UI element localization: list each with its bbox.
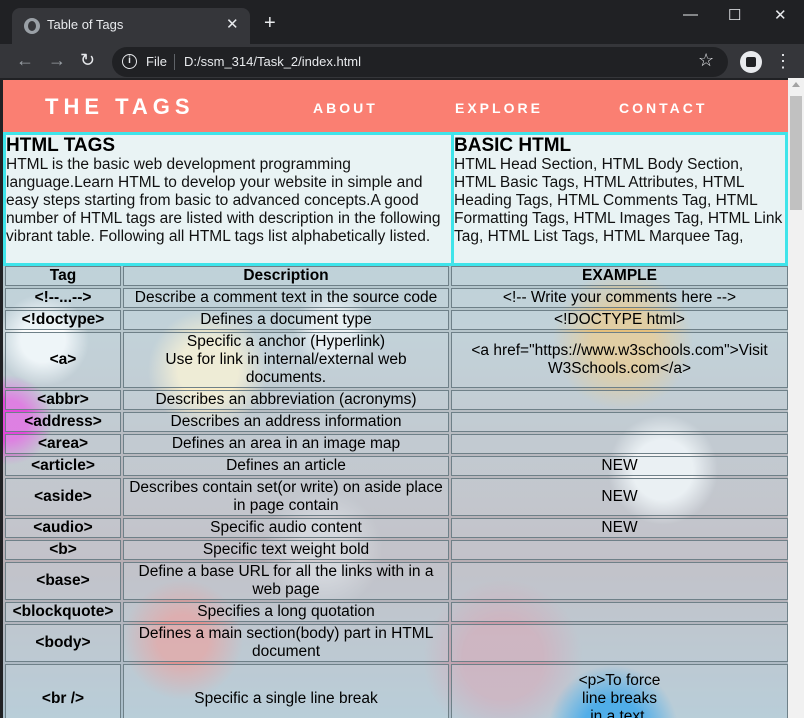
example-cell — [451, 540, 788, 560]
minimize-icon[interactable]: — — [683, 6, 698, 23]
table-body: <!--...--> Describe a comment text in the… — [5, 288, 788, 718]
nav-link-explore[interactable]: EXPLORE — [455, 100, 543, 116]
column-header-tag: Tag — [5, 266, 121, 286]
description-cell: Define a base URL for all the links with… — [123, 562, 449, 600]
description-cell: Describes an address information — [123, 412, 449, 432]
nav-link-contact[interactable]: CONTACT — [619, 100, 707, 116]
site-navbar: THE TAGS ABOUT EXPLORE CONTACT — [3, 80, 788, 132]
table-row: <base> Define a base URL for all the link… — [5, 562, 788, 600]
description-cell: Specific a single line break — [123, 664, 449, 718]
reload-icon[interactable]: ↻ — [80, 51, 95, 69]
new-tab-button[interactable]: + — [264, 13, 276, 33]
description-cell: Specific audio content — [123, 518, 449, 538]
html-tags-heading: HTML TAGS — [6, 135, 116, 156]
example-cell — [451, 562, 788, 600]
maximize-icon[interactable]: ☐ — [728, 6, 741, 24]
description-cell: Describe a comment text in the source co… — [123, 288, 449, 308]
url-text[interactable]: D:/ssm_314/Task_2/index.html — [184, 54, 361, 69]
basic-html-text: HTML Head Section, HTML Body Section, HT… — [454, 156, 783, 245]
tag-cell: <body> — [5, 624, 121, 662]
close-window-icon[interactable]: ✕ — [774, 6, 787, 24]
tab-title: Table of Tags — [47, 17, 124, 32]
table-row: <b> Specific text weight bold — [5, 540, 788, 560]
tag-cell: <audio> — [5, 518, 121, 538]
table-header-row: Tag Description EXAMPLE — [5, 266, 788, 286]
tag-cell: <base> — [5, 562, 121, 600]
file-label: File — [146, 54, 167, 69]
tab-close-icon[interactable]: ✕ — [226, 15, 239, 33]
omnibox-divider — [174, 54, 175, 70]
example-cell: <!-- Write your comments here --> — [451, 288, 788, 308]
tag-cell: <br /> — [5, 664, 121, 718]
table-row: <area> Defines an area in an image map — [5, 434, 788, 454]
tag-cell: <area> — [5, 434, 121, 454]
address-bar[interactable]: i File D:/ssm_314/Task_2/index.html ☆ — [112, 47, 728, 77]
description-cell: Defines a document type — [123, 310, 449, 330]
example-cell — [451, 412, 788, 432]
table-row: <address> Describes an address informatio… — [5, 412, 788, 432]
description-cell: Specific text weight bold — [123, 540, 449, 560]
menu-icon[interactable]: ⋮ — [774, 51, 792, 72]
column-header-description: Description — [123, 266, 449, 286]
bookmark-star-icon[interactable]: ☆ — [698, 50, 714, 71]
column-header-example: EXAMPLE — [451, 266, 788, 286]
site-brand[interactable]: THE TAGS — [45, 94, 195, 120]
description-cell: Defines an area in an image map — [123, 434, 449, 454]
table-row: <article> Defines an article NEW — [5, 456, 788, 476]
scroll-thumb[interactable] — [790, 96, 802, 210]
info-icon[interactable]: i — [122, 54, 137, 69]
table-row: <aside> Describes contain set(or write) o… — [5, 478, 788, 516]
table-row: <abbr> Describes an abbreviation (acronym… — [5, 390, 788, 410]
tag-cell: <address> — [5, 412, 121, 432]
web-page: THE TAGS ABOUT EXPLORE CONTACT HTML TAGS… — [3, 80, 788, 718]
nav-link-about[interactable]: ABOUT — [313, 100, 378, 116]
html-tags-box: HTML TAGS HTML is the basic web developm… — [3, 132, 454, 266]
table-row: <a> Specific a anchor (Hyperlink) Use for… — [5, 332, 788, 388]
tag-cell: <aside> — [5, 478, 121, 516]
basic-html-box: BASIC HTML HTML Head Section, HTML Body … — [451, 132, 788, 266]
example-cell: <p>To force line breaks in a text, — [451, 664, 788, 718]
example-cell: NEW — [451, 518, 788, 538]
description-cell: Describes contain set(or write) on aside… — [123, 478, 449, 516]
example-cell — [451, 434, 788, 454]
example-cell: <!DOCTYPE html> — [451, 310, 788, 330]
table-row: <blockquote> Specifies a long quotation — [5, 602, 788, 622]
extension-icon[interactable] — [740, 51, 762, 73]
table-row: <!--...--> Describe a comment text in the… — [5, 288, 788, 308]
page-scrollbar[interactable] — [788, 78, 804, 718]
example-cell — [451, 390, 788, 410]
example-cell: NEW — [451, 478, 788, 516]
tag-cell: <b> — [5, 540, 121, 560]
scroll-up-arrow-icon[interactable] — [792, 82, 800, 87]
tag-cell: <!doctype> — [5, 310, 121, 330]
tags-table: Tag Description EXAMPLE <!--...--> Descri… — [3, 264, 788, 718]
globe-icon — [24, 18, 40, 34]
example-cell: NEW — [451, 456, 788, 476]
description-cell: Specifies a long quotation — [123, 602, 449, 622]
forward-icon[interactable]: → — [48, 51, 66, 69]
description-cell: Defines an article — [123, 456, 449, 476]
example-cell — [451, 624, 788, 662]
tab-strip: Table of Tags ✕ + — ☐ ✕ — [0, 0, 804, 44]
tag-cell: <blockquote> — [5, 602, 121, 622]
tag-cell: <abbr> — [5, 390, 121, 410]
description-cell: Defines a main section(body) part in HTM… — [123, 624, 449, 662]
description-cell: Describes an abbreviation (acronyms) — [123, 390, 449, 410]
example-cell — [451, 602, 788, 622]
description-cell: Specific a anchor (Hyperlink) Use for li… — [123, 332, 449, 388]
table-row: <br /> Specific a single line break <p>To … — [5, 664, 788, 718]
back-icon[interactable]: ← — [16, 51, 34, 69]
page-viewport: THE TAGS ABOUT EXPLORE CONTACT HTML TAGS… — [0, 78, 804, 718]
tag-cell: <article> — [5, 456, 121, 476]
tag-cell: <!--...--> — [5, 288, 121, 308]
browser-toolbar: ← → ↻ i File D:/ssm_314/Task_2/index.htm… — [0, 44, 804, 78]
browser-tab[interactable]: Table of Tags ✕ — [12, 8, 250, 44]
table-row: <!doctype> Defines a document type <!DOCTY… — [5, 310, 788, 330]
tag-cell: <a> — [5, 332, 121, 388]
table-row: <audio> Specific audio content NEW — [5, 518, 788, 538]
example-cell: <a href="https://www.w3schools.com">Visi… — [451, 332, 788, 388]
html-tags-text: HTML is the basic web development progra… — [6, 156, 441, 245]
table-row: <body> Defines a main section(body) part … — [5, 624, 788, 662]
basic-html-heading: BASIC HTML — [454, 135, 572, 156]
